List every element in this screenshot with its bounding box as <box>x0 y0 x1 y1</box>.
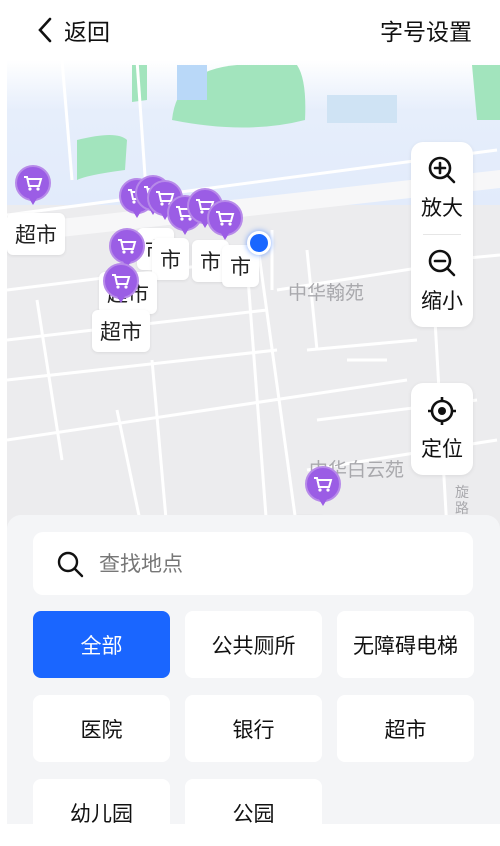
locate-label: 定位 <box>421 437 463 461</box>
poi-label[interactable]: 市 <box>152 238 189 280</box>
chevron-left-icon <box>38 17 52 43</box>
category-chip[interactable]: 全部 <box>33 611 170 678</box>
back-button[interactable]: 返回 <box>36 13 110 47</box>
zoom-out-icon <box>428 249 456 277</box>
supermarket-poi-marker[interactable] <box>207 200 243 242</box>
pin-tip <box>115 293 127 303</box>
current-location-dot <box>247 231 271 255</box>
map-place-label: 中华翰苑 <box>288 282 365 304</box>
locate-control: 定位 <box>411 383 473 475</box>
zoom-in-button[interactable]: 放大 <box>421 142 463 234</box>
supermarket-poi-marker[interactable] <box>15 165 51 207</box>
map-road-label: 旋路 <box>455 485 469 517</box>
search-box[interactable] <box>33 532 473 595</box>
locate-button[interactable]: 定位 <box>421 383 463 475</box>
poi-label[interactable]: 超市 <box>7 213 65 255</box>
supermarket-poi-marker[interactable] <box>103 263 139 305</box>
zoom-out-button[interactable]: 缩小 <box>421 235 463 327</box>
category-chip[interactable]: 银行 <box>185 695 322 762</box>
category-chip[interactable]: 幼儿园 <box>33 779 170 846</box>
zoom-out-label: 缩小 <box>421 289 463 313</box>
zoom-in-label: 放大 <box>421 196 463 220</box>
category-chip[interactable]: 公共厕所 <box>185 611 322 678</box>
pin-tip <box>27 195 39 205</box>
category-chip[interactable]: 公园 <box>185 779 322 846</box>
zoom-controls: 放大 缩小 <box>411 142 473 327</box>
locate-icon <box>428 397 456 425</box>
font-size-settings-button[interactable]: 字号设置 <box>380 13 472 47</box>
search-input[interactable] <box>99 551 439 576</box>
category-chip[interactable]: 无障碍电梯 <box>337 611 474 678</box>
category-chip[interactable]: 超市 <box>337 695 474 762</box>
pin-tip <box>317 496 329 506</box>
pin-tip <box>219 230 231 240</box>
search-icon <box>57 551 84 577</box>
supermarket-poi-marker[interactable] <box>305 466 341 508</box>
category-chip[interactable]: 医院 <box>33 695 170 762</box>
poi-label[interactable]: 超市 <box>92 310 150 352</box>
back-label: 返回 <box>64 20 110 46</box>
map-view[interactable]: 中华翰苑 中华白云苑 旋路 超市 市 市 市 市 超市 超市 市 放大 缩小 定… <box>7 60 500 530</box>
header: 返回 字号设置 <box>0 0 500 60</box>
zoom-in-icon <box>428 156 456 184</box>
